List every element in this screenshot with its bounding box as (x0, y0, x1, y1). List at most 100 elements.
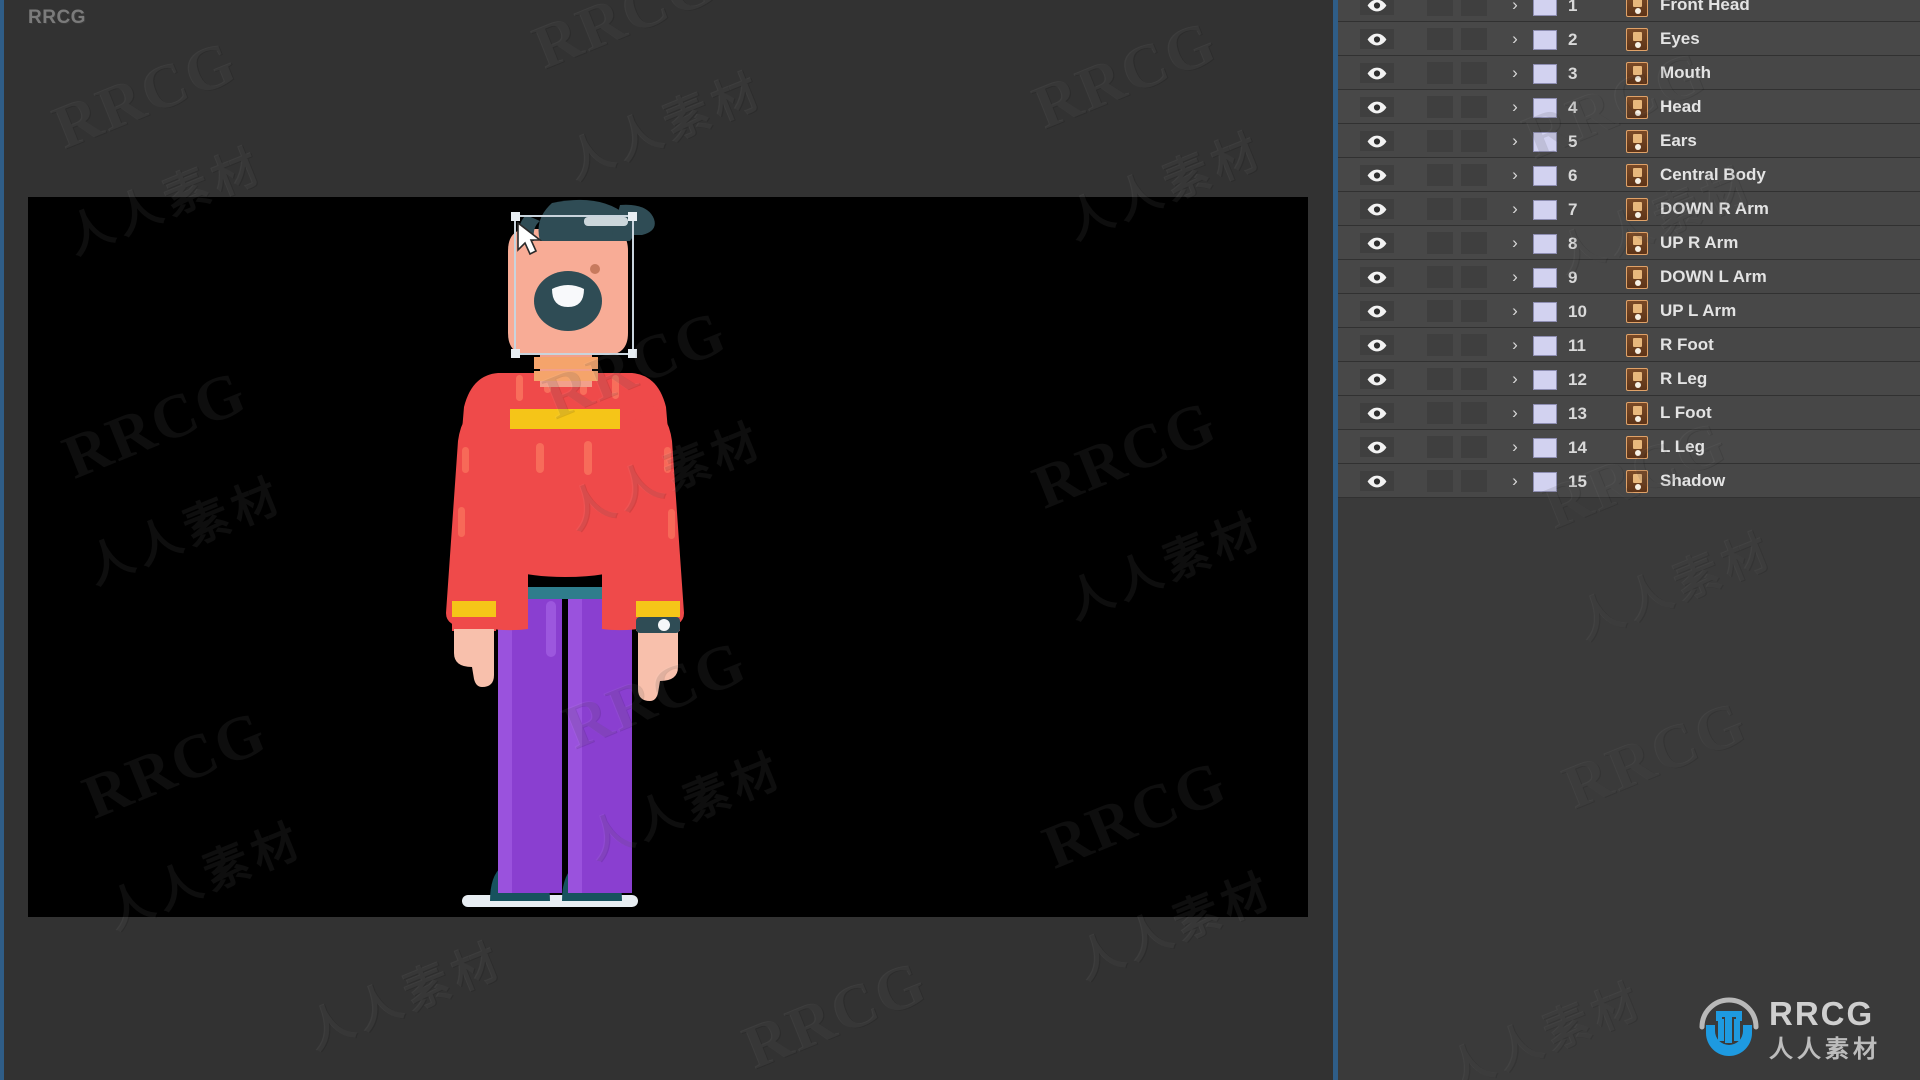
layer-row[interactable]: › 2 Eyes (1338, 22, 1920, 56)
chevron-right-icon[interactable]: › (1506, 0, 1524, 17)
solo-toggle-cell[interactable] (1461, 0, 1487, 16)
layer-name[interactable]: DOWN L Arm (1660, 267, 1767, 287)
chevron-right-icon[interactable]: › (1506, 367, 1524, 391)
layer-label-color-swatch[interactable] (1533, 404, 1557, 424)
layer-label-color-swatch[interactable] (1533, 30, 1557, 50)
chevron-right-icon[interactable]: › (1506, 299, 1524, 323)
chevron-right-icon[interactable]: › (1506, 333, 1524, 357)
layer-name[interactable]: Front Head (1660, 0, 1750, 15)
layer-label-color-swatch[interactable] (1533, 472, 1557, 492)
chevron-right-icon[interactable]: › (1506, 265, 1524, 289)
layer-list[interactable]: › 1 Front Head › 2 Eyes › 3 Mouth › 4 Head › 5 Ears › 6 C… (1338, 0, 1920, 498)
eye-icon[interactable] (1360, 369, 1394, 389)
layer-name[interactable]: R Foot (1660, 335, 1714, 355)
layer-row[interactable]: › 5 Ears (1338, 124, 1920, 158)
eye-icon[interactable] (1360, 335, 1394, 355)
layer-label-color-swatch[interactable] (1533, 302, 1557, 322)
layer-name[interactable]: Ears (1660, 131, 1697, 151)
chevron-right-icon[interactable]: › (1506, 469, 1524, 493)
eye-icon[interactable] (1360, 63, 1394, 83)
layer-label-color-swatch[interactable] (1533, 336, 1557, 356)
selection-handle-tl[interactable] (511, 212, 520, 221)
audio-toggle-cell[interactable] (1427, 130, 1453, 152)
solo-toggle-cell[interactable] (1461, 130, 1487, 152)
eye-icon[interactable] (1360, 131, 1394, 151)
audio-toggle-cell[interactable] (1427, 470, 1453, 492)
layer-row[interactable]: › 9 DOWN L Arm (1338, 260, 1920, 294)
solo-toggle-cell[interactable] (1461, 266, 1487, 288)
layer-row[interactable]: › 14 L Leg (1338, 430, 1920, 464)
layer-name[interactable]: L Leg (1660, 437, 1705, 457)
eye-icon[interactable] (1360, 267, 1394, 287)
audio-toggle-cell[interactable] (1427, 334, 1453, 356)
eye-icon[interactable] (1360, 471, 1394, 491)
eye-icon[interactable] (1360, 437, 1394, 457)
layer-label-color-swatch[interactable] (1533, 98, 1557, 118)
eye-icon[interactable] (1360, 165, 1394, 185)
audio-toggle-cell[interactable] (1427, 266, 1453, 288)
layer-row[interactable]: › 7 DOWN R Arm (1338, 192, 1920, 226)
audio-toggle-cell[interactable] (1427, 436, 1453, 458)
layer-row[interactable]: › 12 R Leg (1338, 362, 1920, 396)
eye-icon[interactable] (1360, 233, 1394, 253)
solo-toggle-cell[interactable] (1461, 28, 1487, 50)
composition-canvas[interactable] (28, 197, 1308, 917)
solo-toggle-cell[interactable] (1461, 334, 1487, 356)
layer-label-color-swatch[interactable] (1533, 200, 1557, 220)
chevron-right-icon[interactable]: › (1506, 163, 1524, 187)
solo-toggle-cell[interactable] (1461, 62, 1487, 84)
audio-toggle-cell[interactable] (1427, 28, 1453, 50)
chevron-right-icon[interactable]: › (1506, 401, 1524, 425)
chevron-right-icon[interactable]: › (1506, 435, 1524, 459)
chevron-right-icon[interactable]: › (1506, 129, 1524, 153)
layer-label-color-swatch[interactable] (1533, 268, 1557, 288)
selection-handle-tr[interactable] (628, 212, 637, 221)
audio-toggle-cell[interactable] (1427, 96, 1453, 118)
layer-name[interactable]: Mouth (1660, 63, 1711, 83)
eye-icon[interactable] (1360, 301, 1394, 321)
layer-label-color-swatch[interactable] (1533, 234, 1557, 254)
solo-toggle-cell[interactable] (1461, 470, 1487, 492)
layer-row[interactable]: › 8 UP R Arm (1338, 226, 1920, 260)
layer-name[interactable]: DOWN R Arm (1660, 199, 1769, 219)
audio-toggle-cell[interactable] (1427, 164, 1453, 186)
layer-row[interactable]: › 3 Mouth (1338, 56, 1920, 90)
audio-toggle-cell[interactable] (1427, 402, 1453, 424)
layer-label-color-swatch[interactable] (1533, 64, 1557, 84)
chevron-right-icon[interactable]: › (1506, 231, 1524, 255)
solo-toggle-cell[interactable] (1461, 402, 1487, 424)
layer-name[interactable]: UP R Arm (1660, 233, 1738, 253)
solo-toggle-cell[interactable] (1461, 368, 1487, 390)
audio-toggle-cell[interactable] (1427, 62, 1453, 84)
chevron-right-icon[interactable]: › (1506, 27, 1524, 51)
solo-toggle-cell[interactable] (1461, 436, 1487, 458)
audio-toggle-cell[interactable] (1427, 198, 1453, 220)
solo-toggle-cell[interactable] (1461, 232, 1487, 254)
layer-name[interactable]: L Foot (1660, 403, 1712, 423)
layer-name[interactable]: UP L Arm (1660, 301, 1736, 321)
layer-label-color-swatch[interactable] (1533, 132, 1557, 152)
solo-toggle-cell[interactable] (1461, 198, 1487, 220)
layer-row[interactable]: › 1 Front Head (1338, 0, 1920, 22)
layer-name[interactable]: Eyes (1660, 29, 1700, 49)
layer-row[interactable]: › 6 Central Body (1338, 158, 1920, 192)
eye-icon[interactable] (1360, 29, 1394, 49)
character-illustration[interactable] (28, 197, 1308, 917)
layer-row[interactable]: › 13 L Foot (1338, 396, 1920, 430)
layer-name[interactable]: Central Body (1660, 165, 1766, 185)
eye-icon[interactable] (1360, 199, 1394, 219)
chevron-right-icon[interactable]: › (1506, 95, 1524, 119)
layer-row[interactable]: › 4 Head (1338, 90, 1920, 124)
selection-handle-bl[interactable] (511, 349, 520, 358)
eye-icon[interactable] (1360, 0, 1394, 15)
solo-toggle-cell[interactable] (1461, 164, 1487, 186)
solo-toggle-cell[interactable] (1461, 300, 1487, 322)
audio-toggle-cell[interactable] (1427, 232, 1453, 254)
chevron-right-icon[interactable]: › (1506, 61, 1524, 85)
layer-label-color-swatch[interactable] (1533, 438, 1557, 458)
layer-name[interactable]: Head (1660, 97, 1702, 117)
layer-label-color-swatch[interactable] (1533, 370, 1557, 390)
eye-icon[interactable] (1360, 403, 1394, 423)
solo-toggle-cell[interactable] (1461, 96, 1487, 118)
audio-toggle-cell[interactable] (1427, 0, 1453, 16)
